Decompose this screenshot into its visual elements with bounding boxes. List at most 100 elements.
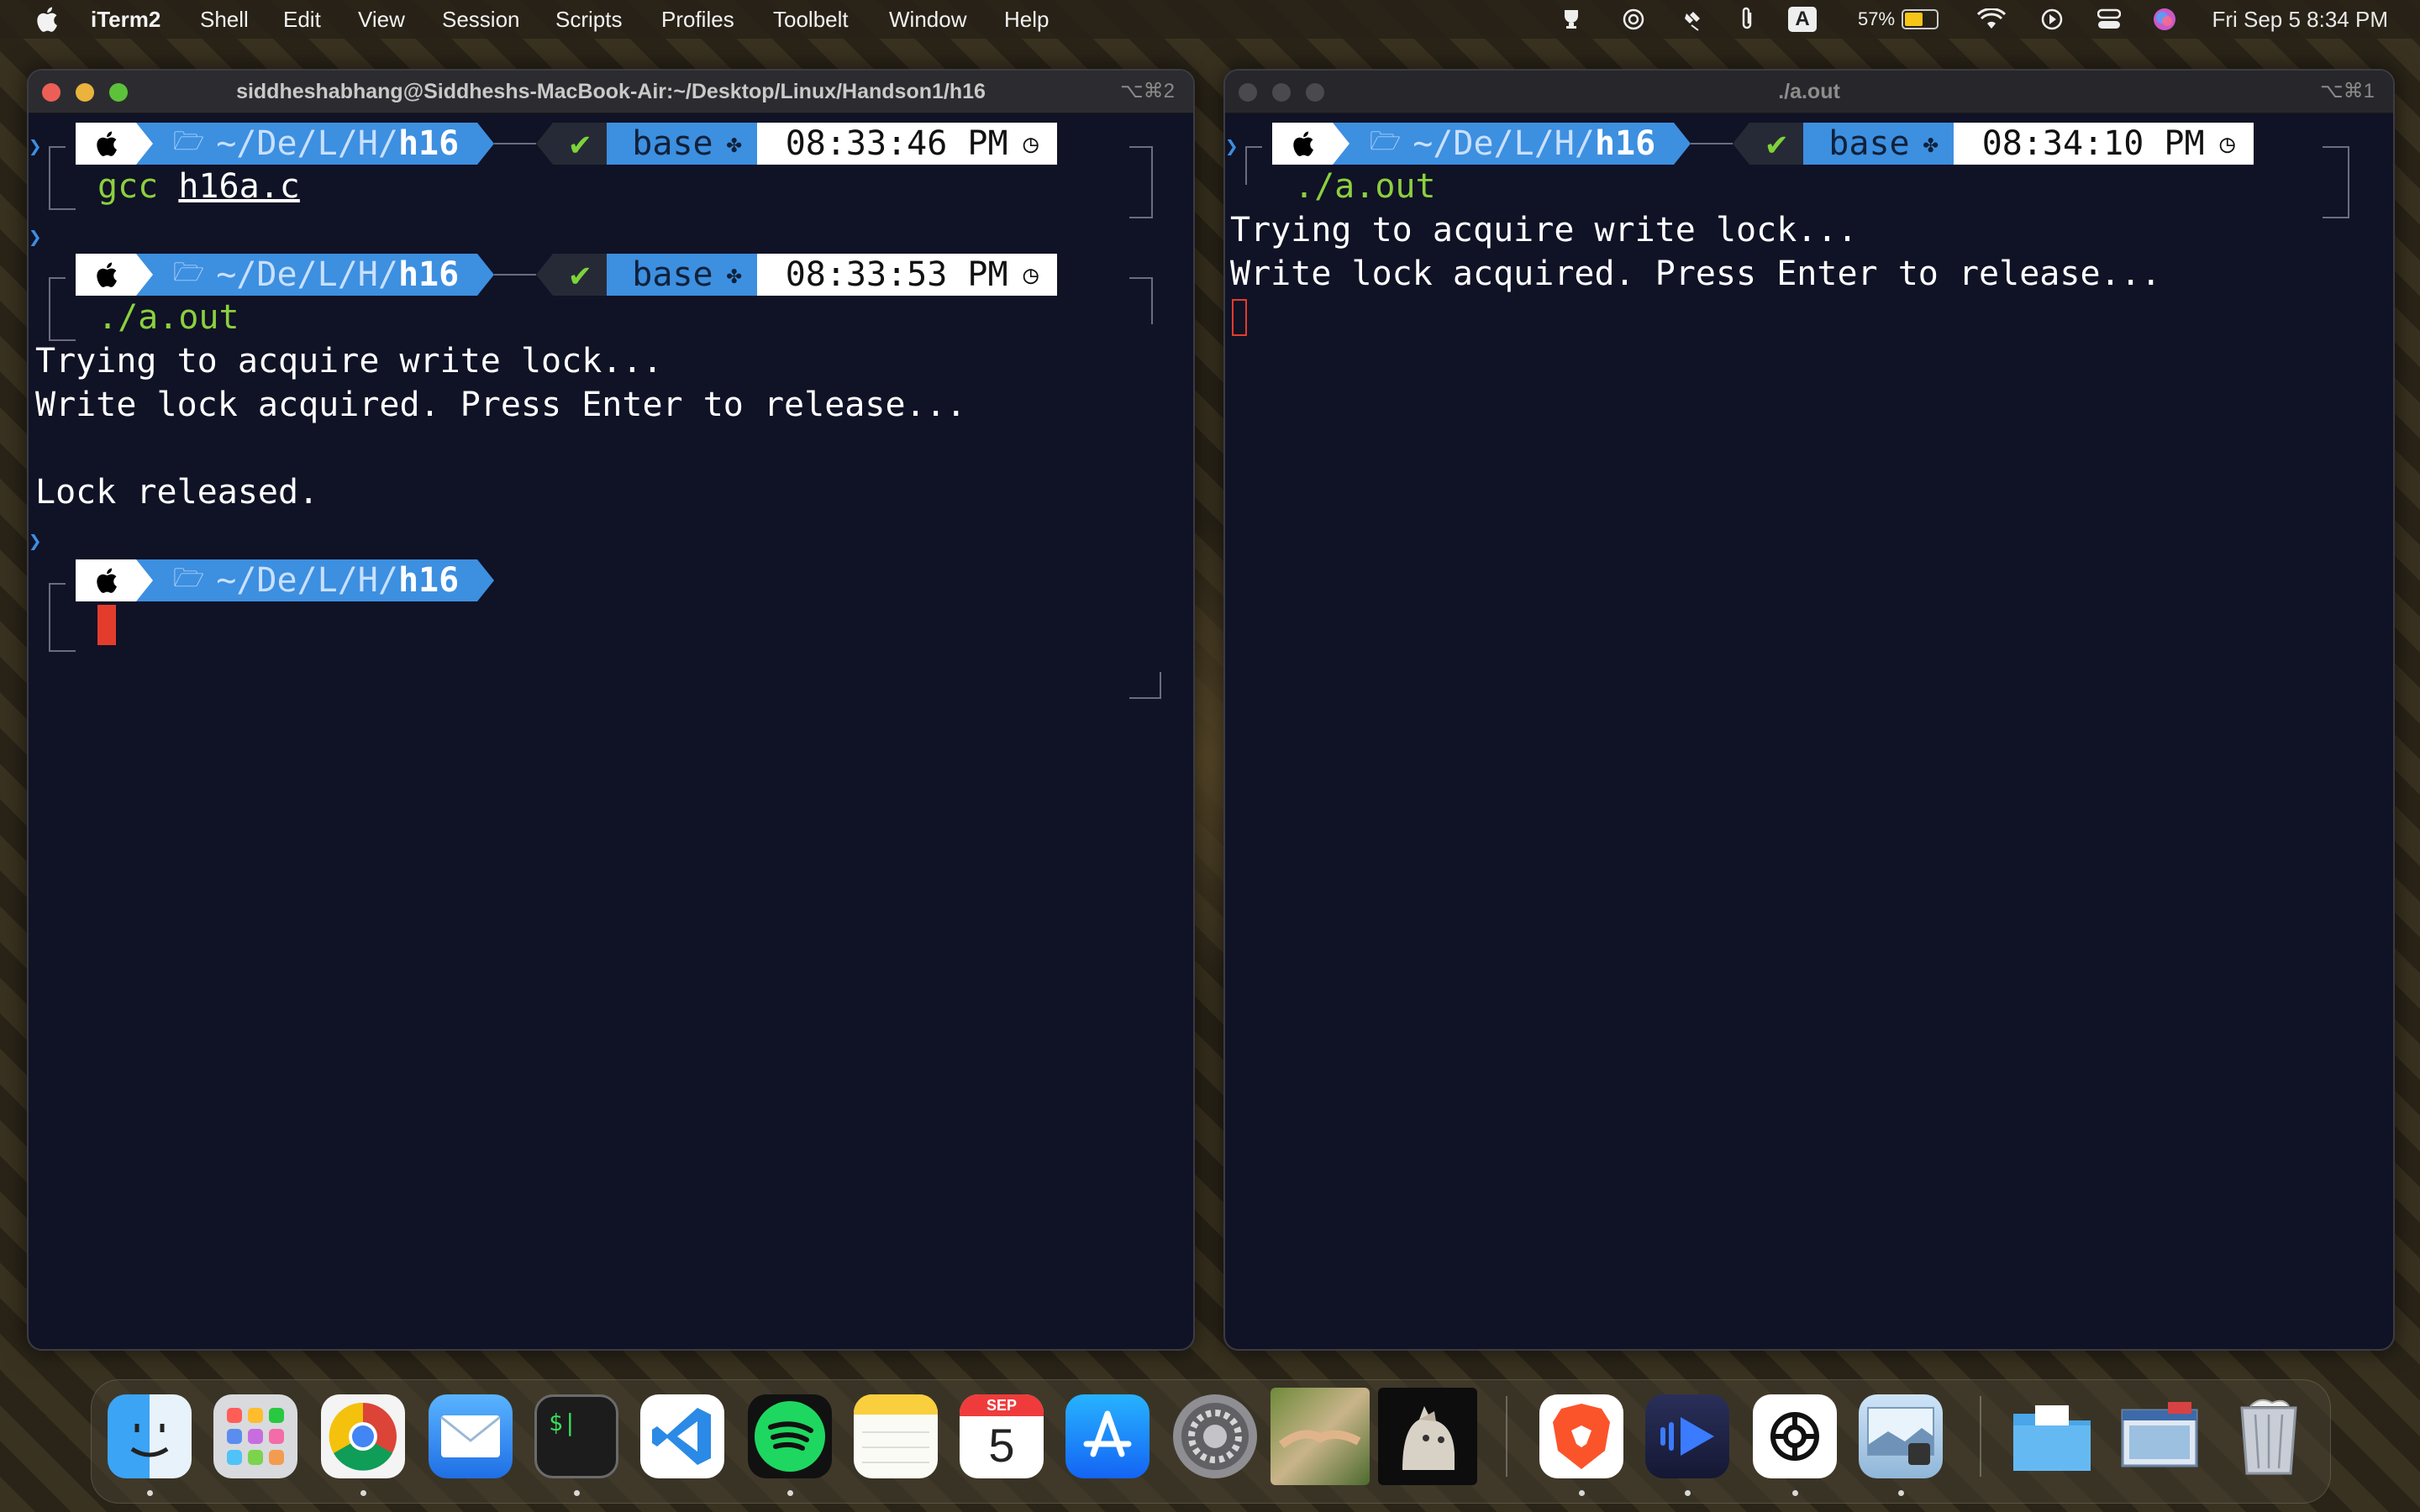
output-line: Trying to acquire write lock... [1230,211,1858,249]
media-player-icon[interactable] [1645,1394,1729,1478]
command-name: gcc [97,167,159,206]
terminal-window-right[interactable]: ./a.out ⌥⌘1 ❯ 🗁 ~/De/L/H/h16 ✔ base ✤ 08:3… [1223,69,2395,1351]
mail-icon[interactable] [429,1394,513,1478]
output-line: Lock released. [35,473,319,512]
system-settings-icon[interactable] [1173,1394,1257,1478]
battery-fill [1905,13,1923,26]
paperclip-icon[interactable] [1734,5,1760,34]
env-name: base [1828,124,1910,163]
trash-icon[interactable] [2227,1394,2311,1478]
app-store-icon[interactable] [1065,1394,1150,1478]
window-shortcut: ⌥⌘2 [1119,80,1175,102]
preview-icon[interactable] [1859,1394,1943,1478]
menu-scripts[interactable]: Scripts [555,7,622,33]
launchpad-icon[interactable] [213,1394,297,1478]
terminal-content[interactable]: ❯ 🗁 ~/De/L/H/h16 ✔ base ✤ 08:34:10 PM ◷ ./a… [1225,114,2393,1349]
trophy-icon[interactable] [1556,5,1586,34]
dir-parts: De/L/H/ [1453,124,1595,163]
menu-app-name[interactable]: iTerm2 [91,7,160,33]
menu-view[interactable]: View [358,7,405,33]
photo-thumbnail-cat[interactable] [1378,1388,1477,1485]
menu-help[interactable]: Help [1004,7,1049,33]
menu-bar: iTerm2 Shell Edit View Session Scripts P… [0,0,2420,39]
window-titlebar[interactable]: ./a.out ⌥⌘1 [1225,71,2393,113]
menu-edit[interactable]: Edit [283,7,321,33]
menu-profiles[interactable]: Profiles [661,7,734,33]
powerline-prompt: 🗁 ~/De/L/H/h16 ✔ base ✤ 08:34:10 PM ◷ [1272,123,2254,165]
battery-indicator[interactable]: 57% [1852,5,1944,34]
vscode-icon[interactable] [640,1394,724,1478]
folder-stack-icon[interactable] [2010,1394,2094,1478]
keyboard-input-icon[interactable]: A [1785,5,1820,34]
running-indicator [1685,1490,1691,1496]
calendar-month: SEP [960,1394,1044,1416]
running-indicator [147,1490,153,1496]
close-button[interactable] [1239,83,1257,102]
apple-menu-icon[interactable] [34,5,59,34]
python-icon: ✤ [726,260,742,290]
env-segment: base ✤ [1803,123,1954,165]
apple-os-icon [76,123,136,165]
control-center-icon[interactable] [2094,5,2124,34]
clock-icon: ◷ [1023,260,1039,290]
running-indicator [360,1490,366,1496]
terminal-content[interactable]: ❯ 🗁 ~/De/L/H/h16 ✔ base ✤ 08:33:46 PM ◷ gcc… [29,114,1193,1349]
prompt-frame [2323,146,2349,193]
dir-prefix: ~/ [216,561,257,600]
prompt-frame [49,620,76,652]
chatgpt-status-icon[interactable] [1618,5,1649,34]
prompt-frame [1129,672,1161,699]
prompt-time: 08:33:46 PM [785,124,1008,163]
magnet-icon[interactable] [1679,5,1709,34]
window-shortcut: ⌥⌘1 [2319,80,2375,102]
brave-icon[interactable] [1539,1394,1623,1478]
terminal-cursor [97,605,116,645]
zoom-button[interactable] [109,83,128,102]
wifi-icon[interactable] [1975,5,2008,34]
prompt-frame [49,314,76,341]
spotify-icon[interactable] [748,1394,832,1478]
minimize-button[interactable] [76,83,94,102]
chatgpt-icon[interactable] [1753,1394,1837,1478]
folder-icon: 🗁 [1370,126,1402,156]
iterm-icon[interactable]: $| [534,1394,618,1478]
battery-icon [1902,9,1939,29]
dir-segment: 🗁 ~/De/L/H/h16 [136,559,478,601]
siri-icon[interactable] [2149,5,2180,34]
python-icon: ✤ [726,129,742,159]
command-line: ./a.out [97,298,239,337]
env-segment: base ✤ [607,254,757,296]
menu-clock[interactable]: Fri Sep 5 8:34 PM [2212,7,2388,33]
calendar-icon[interactable]: SEP 5 [960,1394,1044,1478]
photo-thumbnail-hands[interactable] [1270,1388,1370,1485]
dock-separator [1506,1396,1507,1477]
notes-icon[interactable] [854,1394,938,1478]
iterm-glyph: $| [549,1409,577,1436]
dir-segment: 🗁 ~/De/L/H/h16 [136,123,478,165]
close-button[interactable] [42,83,60,102]
menu-session[interactable]: Session [442,7,520,33]
prompt-frame [1129,146,1153,193]
dir-last: h16 [397,561,460,600]
dir-last: h16 [1594,124,1656,163]
play-status-icon[interactable] [2037,5,2067,34]
window-title: siddheshabhang@Siddheshs-MacBook-Air:~/D… [236,80,986,103]
window-titlebar[interactable]: siddheshabhang@Siddheshs-MacBook-Air:~/D… [29,71,1193,113]
powerline-prompt: 🗁 ~/De/L/H/h16 ✔ base ✤ 08:33:46 PM ◷ [76,123,1057,165]
dir-prefix: ~/ [216,124,257,163]
dir-parts: De/L/H/ [256,124,398,163]
command-line: ./a.out [1294,167,1436,206]
calendar-day: 5 [988,1419,1015,1472]
zoom-button[interactable] [1306,83,1324,102]
menu-window[interactable]: Window [889,7,966,33]
terminal-window-left[interactable]: siddheshabhang@Siddheshs-MacBook-Air:~/D… [27,69,1195,1351]
finder-icon[interactable] [108,1394,192,1478]
chrome-icon[interactable] [321,1394,405,1478]
running-indicator [1792,1490,1798,1496]
minimize-button[interactable] [1272,83,1291,102]
env-segment: base ✤ [607,123,757,165]
menu-toolbelt[interactable]: Toolbelt [773,7,849,33]
screenshots-stack-icon[interactable] [2118,1394,2202,1478]
menu-shell[interactable]: Shell [200,7,249,33]
mark-indicator-icon: ❯ [29,529,42,554]
